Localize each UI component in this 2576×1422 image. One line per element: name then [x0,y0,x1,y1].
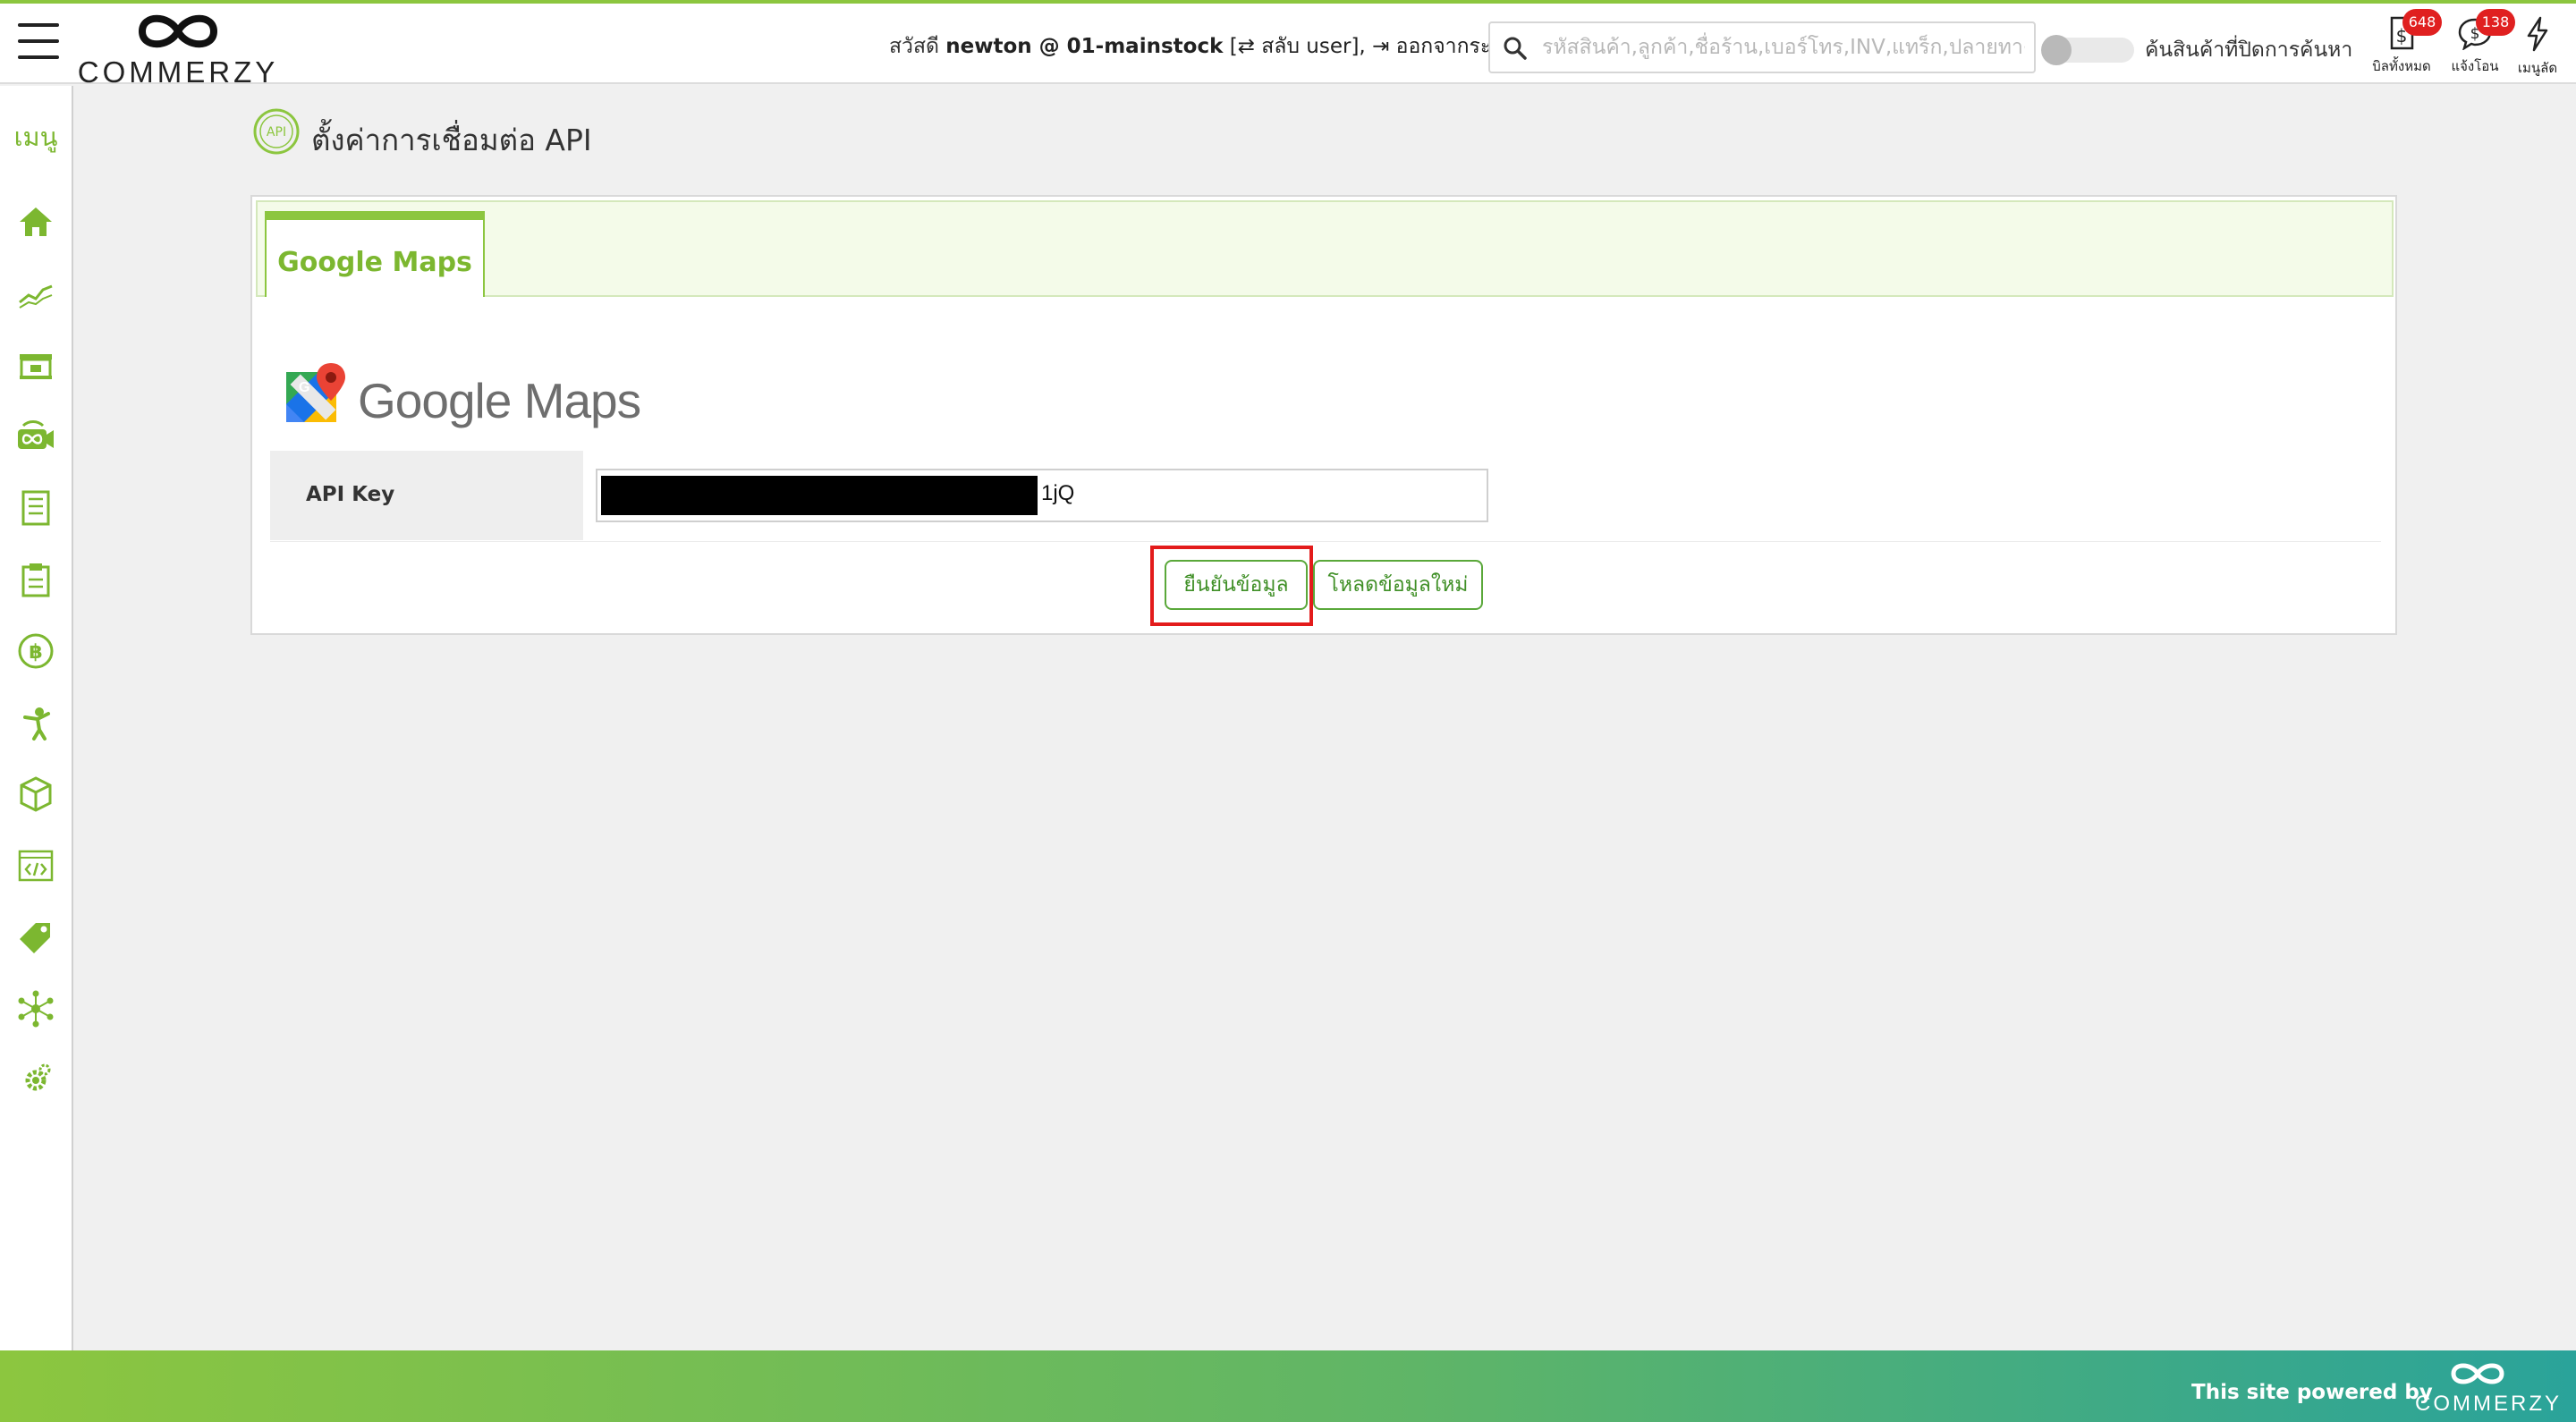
svg-text:฿: ฿ [29,641,42,664]
bills-badge: 648 [2402,9,2442,36]
footer-brand: COMMERZY [2415,1392,2562,1416]
menu-label[interactable]: เมนู [0,116,72,157]
hidden-products-toggle[interactable] [2041,35,2134,65]
api-key-row: API Key 1jQ [270,451,2381,542]
tab-strip: Google Maps [256,200,2394,297]
svg-text:G: G [299,380,309,395]
sidebar: เมนู ฿ [0,86,73,1350]
search-icon [1504,37,1527,60]
confirm-button[interactable]: ยืนยันข้อมูล [1165,560,1308,610]
clipboard-icon[interactable] [16,560,55,599]
switch-user-link[interactable]: [⇄ สลับ user], [1230,35,1366,58]
brand-logo[interactable]: COMMERZY [75,9,281,89]
infinity-camera-icon[interactable] [16,417,55,456]
store-icon[interactable] [16,345,55,385]
bills-button[interactable]: $ 648 บิลทั้งหมด [2370,9,2442,80]
api-key-label-cell: API Key [270,451,583,540]
greeting: สวัสดี newton @ 01-mainstock [⇄ สลับ use… [889,30,1517,63]
header: COMMERZY สวัสดี newton @ 01-mainstock [⇄… [0,4,2576,89]
code-icon[interactable] [16,846,55,885]
toggle-knob [2041,35,2072,65]
tab-google-maps-label: Google Maps [277,247,472,278]
shortcut-menu-caption: เมนูลัด [2517,60,2558,76]
tag-icon[interactable] [16,918,55,957]
bills-caption: บิลทั้งหมด [2372,58,2431,74]
home-icon[interactable] [16,202,55,241]
toggle-label: ค้นสินค้าที่ปิดการค้นหา [2145,38,2353,62]
brand-name: COMMERZY [77,55,279,89]
api-key-input[interactable]: 1jQ [596,469,1488,522]
document-icon[interactable] [16,488,55,528]
search-input[interactable] [1542,30,2025,64]
api-icon: API [253,108,300,155]
google-maps-logo-text: Google Maps [358,373,641,428]
footer-logo[interactable]: COMMERZY [2415,1359,2562,1417]
reload-button[interactable]: โหลดข้อมูลใหม่ [1313,560,1483,610]
hamburger-menu-icon[interactable] [18,23,59,63]
api-key-label: API Key [306,483,395,506]
api-key-visible-suffix: 1jQ [1041,481,1075,505]
infinity-logo-icon [138,14,218,48]
redacted-block [601,476,1038,515]
page-title: ตั้งค่าการเชื่อมต่อ API [311,123,592,157]
network-icon[interactable] [16,989,55,1028]
gear-icon[interactable] [16,1061,55,1100]
chart-icon[interactable] [16,274,55,313]
footer-powered-by: This site powered by [2191,1381,2433,1404]
worker-icon[interactable] [16,703,55,742]
notify-transfer-caption: แจ้งโอน [2451,58,2499,74]
notify-transfer-button[interactable]: $ 138 แจ้งโอน [2444,9,2515,80]
google-maps-pin-icon: G [286,363,345,422]
lightning-icon [2527,16,2548,52]
box-icon[interactable] [16,774,55,814]
footer: This site powered by COMMERZY [0,1350,2576,1422]
baht-icon[interactable]: ฿ [16,631,55,671]
shortcut-menu-button[interactable]: เมนูลัด [2506,16,2569,80]
search-box [1488,21,2036,73]
greeting-prefix: สวัสดี [889,35,939,58]
tab-google-maps[interactable]: Google Maps [265,211,485,297]
svg-text:API: API [267,125,286,140]
user-name: newton @ 01-mainstock [945,35,1224,58]
footer-infinity-icon [2451,1363,2504,1384]
